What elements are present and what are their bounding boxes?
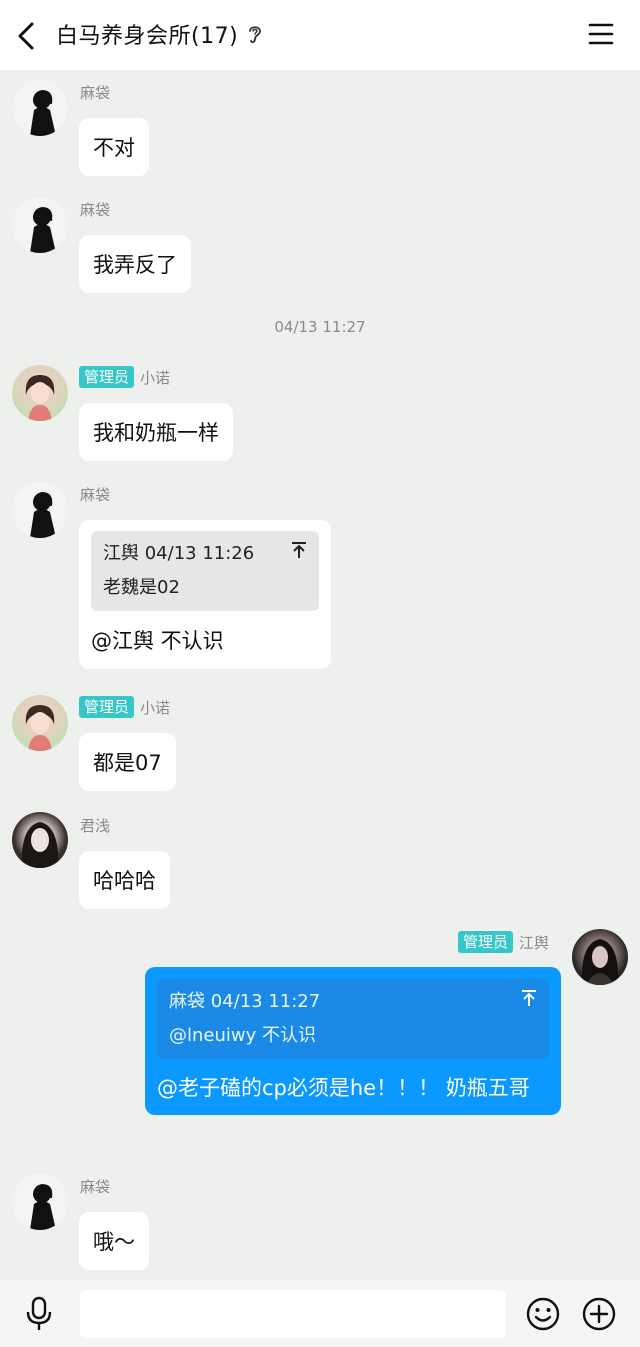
avatar-figure-icon xyxy=(581,939,619,985)
message-text: 哈哈哈 xyxy=(93,869,156,893)
sender-name-text: 小诺 xyxy=(140,368,171,387)
avatar-figure-icon xyxy=(30,90,56,136)
avatar[interactable] xyxy=(12,482,68,538)
sender-name-text: 麻袋 xyxy=(80,1178,111,1196)
quoted-message[interactable]: 江舆 04/13 11:26 老魏是02 xyxy=(91,531,319,611)
sender-name: 管理员 小诺 xyxy=(79,366,170,388)
sender-name: 君浅 xyxy=(80,815,110,836)
avatar-figure-icon xyxy=(30,207,56,253)
message-bubble[interactable]: 我弄反了 xyxy=(79,235,191,293)
message-bubble[interactable]: 我和奶瓶一样 xyxy=(79,403,233,461)
message-text: @老子磕的cp必须是he！！！ 奶瓶五哥 xyxy=(157,1076,530,1100)
sender-name-text: 江舆 xyxy=(519,933,550,952)
avatar-self[interactable] xyxy=(572,929,628,985)
admin-badge: 管理员 xyxy=(79,366,135,388)
message-text: 都是07 xyxy=(93,751,162,775)
sender-name: 管理员 小诺 xyxy=(79,696,170,718)
sender-name: 麻袋 xyxy=(80,82,110,103)
plus-circle-icon[interactable] xyxy=(581,1296,617,1332)
avatar-figure-icon xyxy=(21,822,59,868)
quoted-message-text: 老魏是02 xyxy=(103,577,180,598)
quoted-message[interactable]: 麻袋 04/13 11:27 @lneuiwy 不认识 xyxy=(157,979,549,1059)
avatar[interactable] xyxy=(12,1174,68,1230)
message-bubble-self[interactable]: 麻袋 04/13 11:27 @lneuiwy 不认识 @老子磕的cp必须是he… xyxy=(145,967,561,1115)
sender-name-text: 麻袋 xyxy=(80,486,111,504)
sender-name: 麻袋 xyxy=(80,484,110,505)
sender-name-text: 麻袋 xyxy=(80,84,111,102)
message-bubble[interactable]: 都是07 xyxy=(79,733,176,791)
jump-to-quote-icon[interactable] xyxy=(291,541,307,559)
sender-name: 管理员 江舆 xyxy=(458,931,549,953)
chat-title-group[interactable]: 白马养身会所(17) xyxy=(56,18,264,50)
message-bubble[interactable]: 哈哈哈 xyxy=(79,851,170,909)
microphone-icon[interactable] xyxy=(24,1296,54,1332)
message-text: 不对 xyxy=(93,136,135,160)
message-text: 哦～ xyxy=(93,1230,135,1254)
jump-to-quote-icon[interactable] xyxy=(521,989,537,1007)
avatar[interactable] xyxy=(12,365,68,421)
message-input[interactable] xyxy=(80,1290,506,1338)
chat-header: 白马养身会所(17) xyxy=(0,0,640,70)
quoted-message-header: 麻袋 04/13 11:27 xyxy=(169,991,321,1012)
avatar-figure-icon xyxy=(25,375,55,421)
chat-title: 白马养身会所(17) xyxy=(56,24,239,49)
sender-name: 麻袋 xyxy=(80,1176,110,1197)
avatar-figure-icon xyxy=(30,1184,56,1230)
message-bubble-reply[interactable]: 江舆 04/13 11:26 老魏是02 @江舆 不认识 xyxy=(79,520,331,669)
sender-name-text: 麻袋 xyxy=(80,201,111,219)
admin-badge: 管理员 xyxy=(458,931,514,953)
hamburger-menu-icon[interactable] xyxy=(588,22,614,46)
chevron-left-icon[interactable] xyxy=(14,20,40,52)
message-bubble[interactable]: 哦～ xyxy=(79,1212,149,1270)
avatar[interactable] xyxy=(12,80,68,136)
message-bubble[interactable]: 不对 xyxy=(79,118,149,176)
ear-icon xyxy=(249,26,262,43)
timestamp-separator: 04/13 11:27 xyxy=(274,318,366,336)
quoted-message-text: @lneuiwy 不认识 xyxy=(169,1025,316,1046)
avatar[interactable] xyxy=(12,197,68,253)
smiley-icon[interactable] xyxy=(525,1296,561,1332)
avatar[interactable] xyxy=(12,812,68,868)
sender-name-text: 君浅 xyxy=(80,817,111,835)
message-input-bar xyxy=(0,1280,640,1347)
sender-name-text: 小诺 xyxy=(140,698,171,717)
message-text: 我和奶瓶一样 xyxy=(93,421,219,445)
admin-badge: 管理员 xyxy=(79,696,135,718)
sender-name: 麻袋 xyxy=(80,199,110,220)
avatar-figure-icon xyxy=(30,492,56,538)
avatar[interactable] xyxy=(12,695,68,751)
avatar-figure-icon xyxy=(25,705,55,751)
quoted-message-header: 江舆 04/13 11:26 xyxy=(103,543,255,564)
message-text: @江舆 不认识 xyxy=(91,629,224,653)
message-text: 我弄反了 xyxy=(93,253,177,277)
